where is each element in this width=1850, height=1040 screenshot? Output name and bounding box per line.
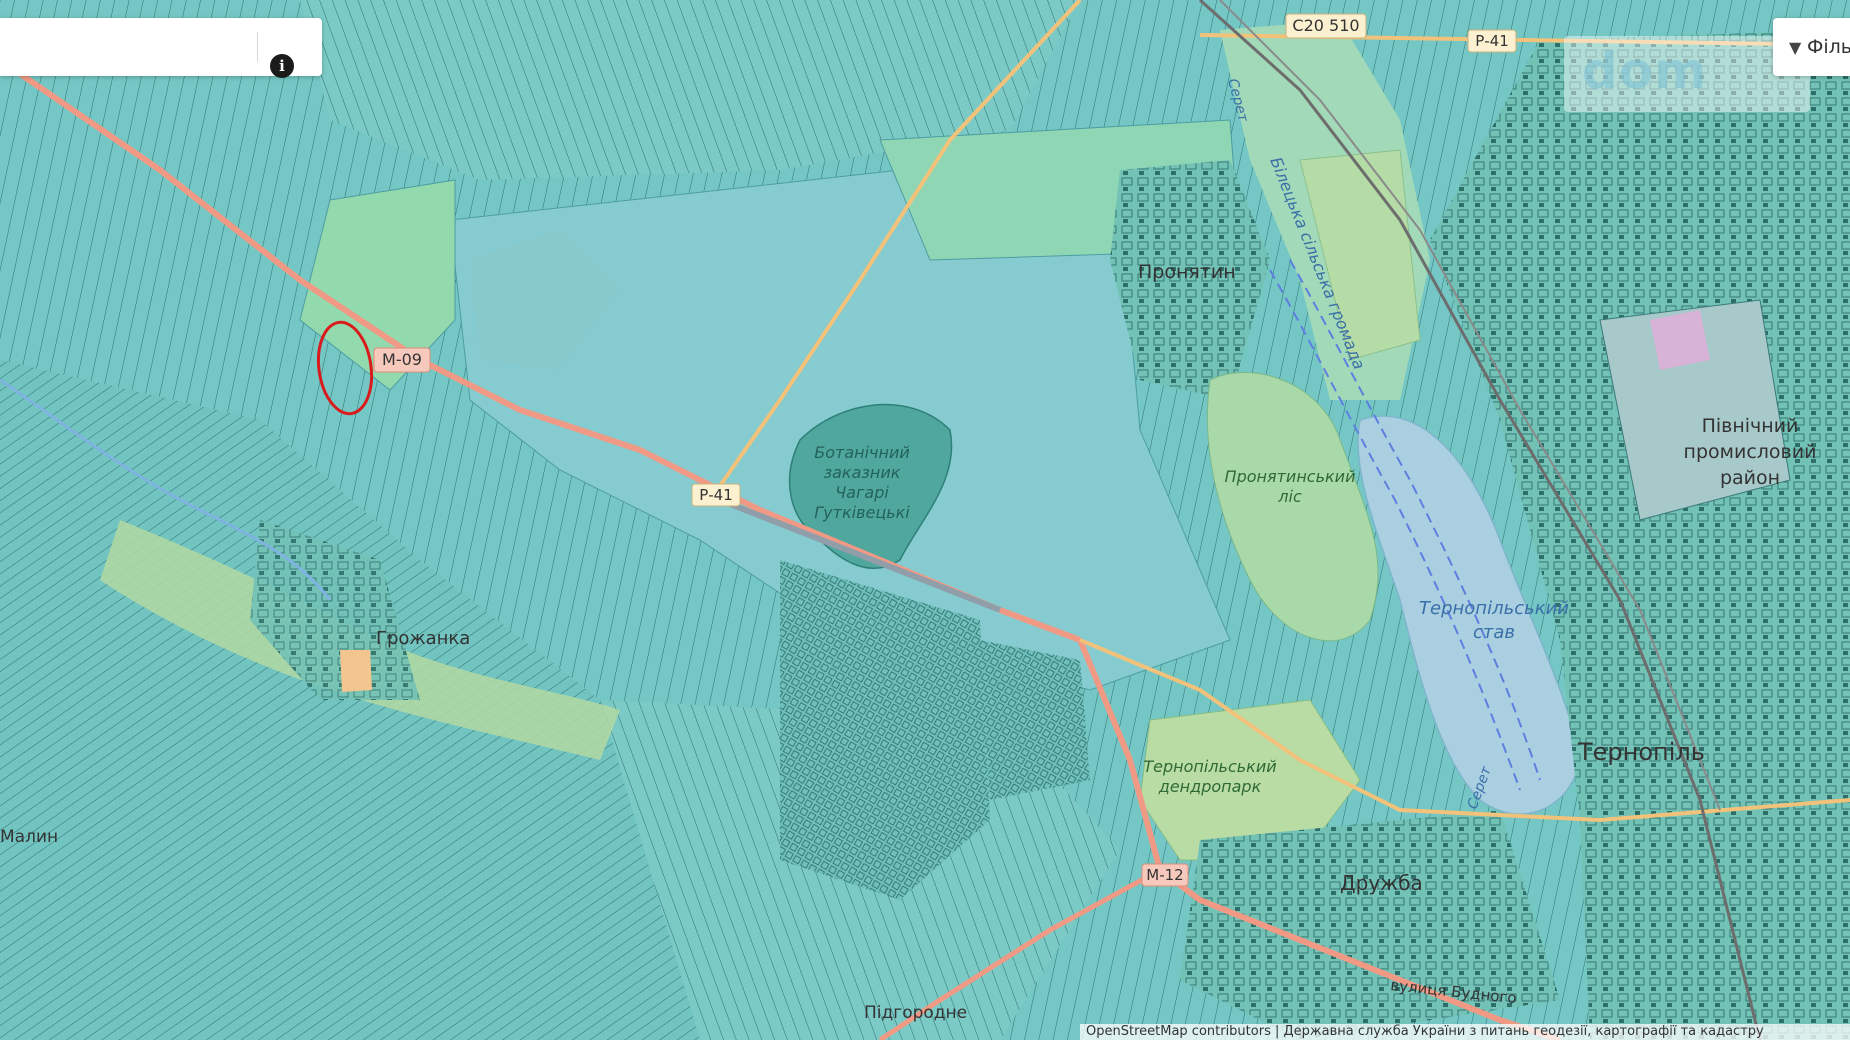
search-panel[interactable]: i <box>0 18 322 78</box>
label-pronyatyn: Пронятин <box>1138 261 1236 283</box>
svg-text:промисловий: промисловий <box>1684 441 1817 463</box>
shield-c20510: C20 510 <box>1285 13 1367 39</box>
industrial-pink <box>1650 310 1710 370</box>
label-ternopil: Тернопіль <box>1577 738 1705 766</box>
label-left-village: Малин <box>0 827 58 847</box>
svg-text:дендропарк: дендропарк <box>1158 777 1262 796</box>
allotments-east <box>980 640 1090 800</box>
svg-text:Р-41: Р-41 <box>699 486 733 504</box>
svg-text:заказник: заказник <box>824 463 901 482</box>
shield-r41-top: Р-41 <box>1467 29 1517 53</box>
svg-text:Р-41: Р-41 <box>1475 32 1509 50</box>
filter-icon: ▼ <box>1789 38 1802 57</box>
label-bottom-village: Підгородне <box>864 1003 967 1023</box>
svg-text:район: район <box>1720 467 1780 489</box>
label-dendropark: Тернопільський дендропарк <box>1143 757 1276 796</box>
svg-text:Пронятинський: Пронятинський <box>1225 467 1356 486</box>
svg-text:М-12: М-12 <box>1146 866 1183 884</box>
shield-r41-mid: Р-41 <box>691 483 741 507</box>
svg-text:Гутківецькі: Гутківецькі <box>814 503 910 522</box>
svg-text:М-09: М-09 <box>382 350 422 369</box>
label-hrozhanka: Грожанка <box>376 628 470 649</box>
shield-m12: М-12 <box>1141 863 1189 887</box>
svg-text:Ботанічний: Ботанічний <box>814 443 910 462</box>
svg-text:Північний: Північний <box>1702 415 1799 437</box>
svg-text:C20 510: C20 510 <box>1292 16 1359 35</box>
svg-text:Тернопільський: Тернопільський <box>1419 598 1569 619</box>
map-attribution: OpenStreetMap contributors | Державна сл… <box>1080 1024 1850 1040</box>
filter-button[interactable]: ▼ Філь <box>1773 18 1850 76</box>
info-icon[interactable]: i <box>270 54 294 78</box>
shield-m09: М-09 <box>373 347 431 373</box>
svg-text:Чагарі: Чагарі <box>835 483 889 502</box>
svg-text:Тернопільський: Тернопільський <box>1143 757 1276 776</box>
label-druzhba: Дружба <box>1340 871 1423 895</box>
search-input[interactable] <box>10 30 254 66</box>
svg-text:став: став <box>1473 622 1515 643</box>
sand-lot <box>340 650 372 692</box>
cadastral-map[interactable]: C20 510 Р-41 М-09 Р-41 М-12 Пронятин Бот… <box>0 0 1850 1040</box>
svg-text:ліс: ліс <box>1277 487 1302 506</box>
filter-label: Філь <box>1807 36 1850 58</box>
search-separator <box>257 32 258 62</box>
